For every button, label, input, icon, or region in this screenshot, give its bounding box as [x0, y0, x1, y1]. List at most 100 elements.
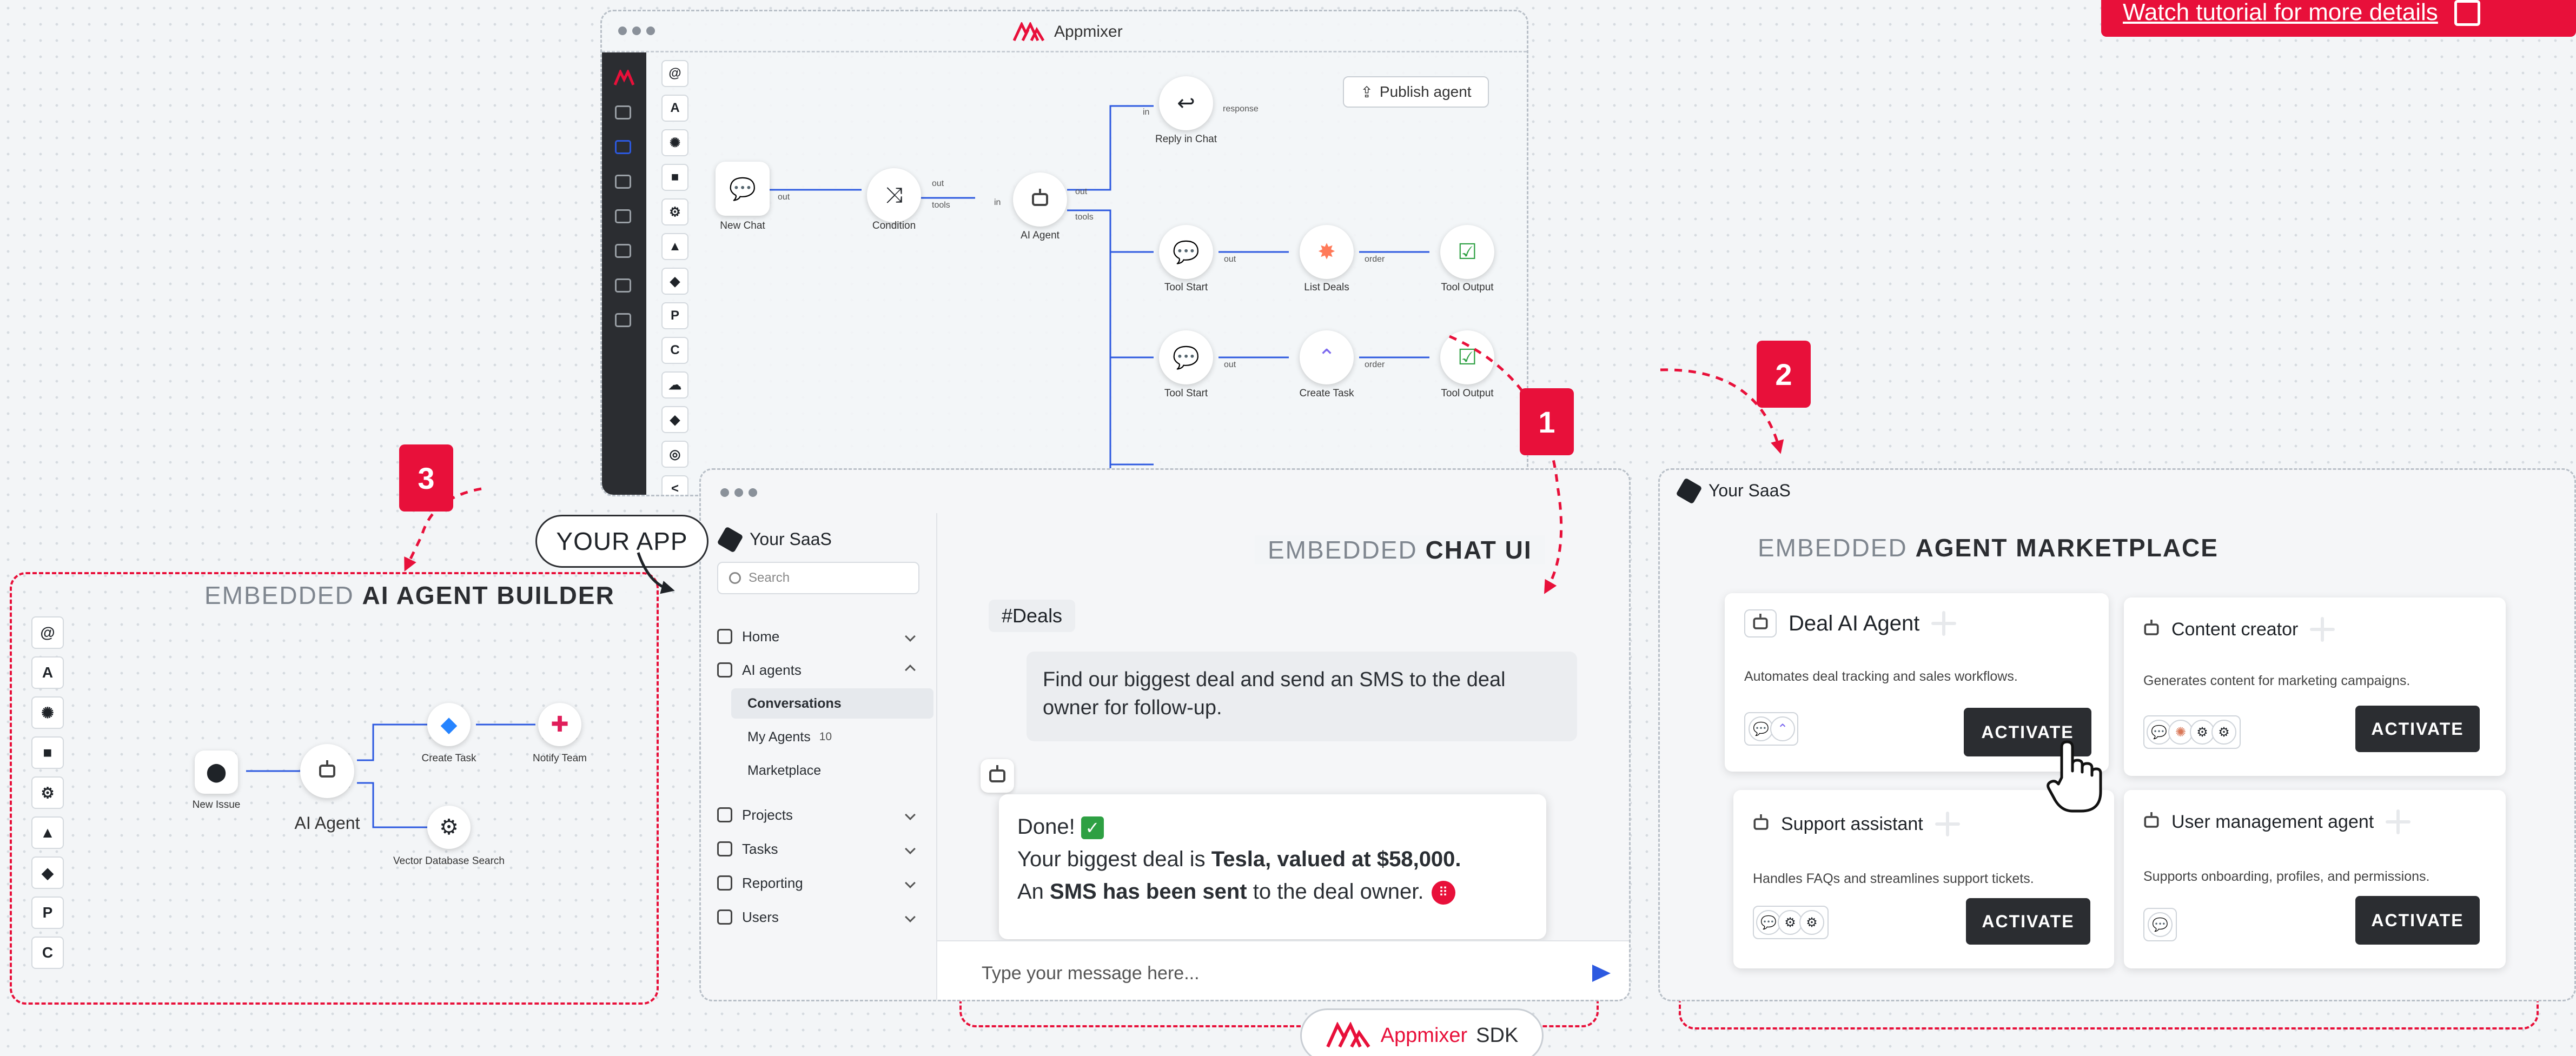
bar-chart-icon	[717, 662, 732, 678]
nav-label: Marketplace	[747, 762, 822, 778]
nav-item-marketplace[interactable]: Marketplace	[731, 755, 933, 786]
port-label-out: out	[932, 179, 944, 188]
vector-search-label: Vector Database Search	[393, 855, 505, 867]
app-titlebar	[701, 470, 1629, 513]
bot-text: An	[1017, 880, 1050, 904]
openai-icon: ⚙	[2211, 720, 2236, 745]
sparkle-icon	[2310, 617, 2335, 642]
nav-item-projects[interactable]: Projects	[717, 800, 923, 830]
nav-item-ai-agents[interactable]: AI agents	[717, 655, 923, 685]
nav-label: My Agents	[747, 729, 811, 745]
chat-app-icon: 💬	[2148, 912, 2173, 937]
appmixer-logo-icon	[1326, 1022, 1370, 1048]
marketplace-heading: EMBEDDED AGENT MARKETPLACE	[1747, 533, 2229, 562]
bot-text: to the deal owner.	[1247, 880, 1424, 904]
sdk-brand-label: Appmixer	[1380, 1024, 1468, 1047]
chat-node-icon: 💬	[729, 177, 756, 201]
create-task-node[interactable]: ⌃	[1300, 330, 1354, 384]
my-agents-count: 10	[819, 730, 832, 743]
nav-item-home[interactable]: Home	[717, 621, 923, 652]
activate-button[interactable]: ACTIVATE	[2355, 896, 2480, 945]
watch-tutorial-button[interactable]: Watch tutorial for more details	[2101, 0, 2576, 37]
vector-search-node[interactable]: ⚙	[427, 806, 471, 849]
saas-sidebar: Your SaaS Search Home AI agents Conversa…	[701, 513, 937, 1000]
condition-node[interactable]: ⤨	[867, 168, 921, 222]
tool-start-node-1[interactable]: 💬	[1159, 225, 1213, 279]
port-label-out: out	[1075, 187, 1088, 196]
agent-name: Deal AI Agent	[1789, 611, 1920, 635]
nav-label: Users	[742, 908, 779, 925]
search-input[interactable]: Search	[717, 562, 919, 594]
port-label-tools: tools	[932, 201, 950, 210]
external-link-icon	[2454, 0, 2480, 26]
step-badge-3: 3	[399, 444, 453, 512]
sparkle-icon	[1935, 812, 1960, 836]
agent-card-user-management[interactable]: User management agent Supports onboardin…	[2124, 790, 2506, 968]
activate-button[interactable]: ACTIVATE	[1966, 898, 2090, 945]
list-deals-node[interactable]: ✸	[1300, 225, 1354, 279]
window-dots-icon	[720, 488, 757, 497]
ai-agent-label: AI Agent	[294, 813, 360, 833]
tool-start-label-1: Tool Start	[1164, 282, 1208, 293]
tool-output-node-2[interactable]: ☑	[1440, 330, 1494, 384]
appmixer-sdk-badge: Appmixer SDK	[1300, 1008, 1544, 1056]
port-label-in: in	[994, 198, 1001, 207]
message-composer[interactable]: Type your message here...	[937, 940, 1629, 1000]
robot-icon	[989, 765, 1005, 782]
bot-avatar	[981, 759, 1014, 793]
channel-tag[interactable]: #Deals	[989, 600, 1076, 632]
checkbox-icon	[717, 841, 732, 856]
nav-label: Home	[742, 628, 780, 645]
tool-start-node-2[interactable]: 💬	[1159, 330, 1213, 384]
heading-dark: AGENT MARKETPLACE	[1915, 534, 2219, 562]
agent-name: Content creator	[2171, 619, 2299, 640]
nav-item-my-agents[interactable]: My Agents 10	[731, 722, 933, 752]
nav-item-tasks[interactable]: Tasks	[717, 834, 923, 864]
tool-output-label-1: Tool Output	[1441, 282, 1494, 293]
chevron-up-icon	[905, 665, 916, 675]
activate-button[interactable]: ACTIVATE	[2355, 706, 2480, 752]
notify-team-label: Notify Team	[533, 753, 587, 764]
robot-icon	[2144, 812, 2159, 828]
clickup-icon: ⌃	[1770, 716, 1795, 741]
notify-team-node[interactable]: ✚	[538, 703, 581, 746]
agent-description: Generates content for marketing campaign…	[2143, 673, 2411, 688]
tool-start-label-2: Tool Start	[1164, 388, 1208, 399]
agent-name: Support assistant	[1781, 813, 1923, 834]
condition-label: Condition	[872, 220, 916, 231]
ai-agent-node[interactable]	[1013, 172, 1067, 227]
agent-description: Handles FAQs and streamlines support tic…	[1753, 871, 2034, 886]
output-check-icon: ☑	[1458, 346, 1477, 369]
robot-icon	[319, 760, 335, 778]
bot-text-bold: Tesla, valued at $58,000.	[1211, 847, 1461, 871]
send-icon[interactable]	[1592, 965, 1611, 982]
new-chat-label: New Chat	[720, 220, 765, 231]
cube-logo-icon	[1676, 477, 1703, 504]
step-badge-1: 1	[1520, 388, 1574, 455]
pointer-hand-icon	[2047, 740, 2102, 813]
slack-icon: ✚	[551, 713, 569, 736]
saas-brand-label: Your SaaS	[750, 529, 832, 549]
clickup-icon: ⌃	[1317, 346, 1336, 369]
nav-label: Conversations	[747, 695, 842, 711]
tool-output-node-1[interactable]: ☑	[1440, 225, 1494, 279]
port-label-order: order	[1365, 255, 1385, 264]
market-brand-label: Your SaaS	[1708, 481, 1791, 500]
nav-item-reporting[interactable]: Reporting	[717, 868, 923, 898]
robot-icon	[1753, 814, 1769, 830]
agent-card-content-creator[interactable]: Content creator Generates content for ma…	[2124, 597, 2506, 776]
chevron-down-icon	[905, 809, 916, 820]
nav-item-users[interactable]: Users	[717, 902, 923, 932]
robot-icon	[1753, 613, 1768, 629]
nav-item-conversations[interactable]: Conversations	[731, 688, 933, 719]
agent-card-support[interactable]: Support assistant Handles FAQs and strea…	[1733, 790, 2114, 968]
chat-panel: #Deals Find our biggest deal and send an…	[937, 513, 1629, 1000]
ai-agent-node[interactable]	[300, 744, 354, 798]
new-issue-node[interactable]: ⬤	[195, 751, 238, 794]
create-task-node[interactable]: ◆	[427, 703, 471, 746]
layers-icon	[717, 807, 732, 822]
jira-icon: ◆	[440, 713, 458, 736]
reply-in-chat-node[interactable]: ↩	[1159, 76, 1213, 130]
output-check-icon: ☑	[1458, 240, 1477, 264]
new-chat-node[interactable]: 💬	[716, 162, 770, 216]
